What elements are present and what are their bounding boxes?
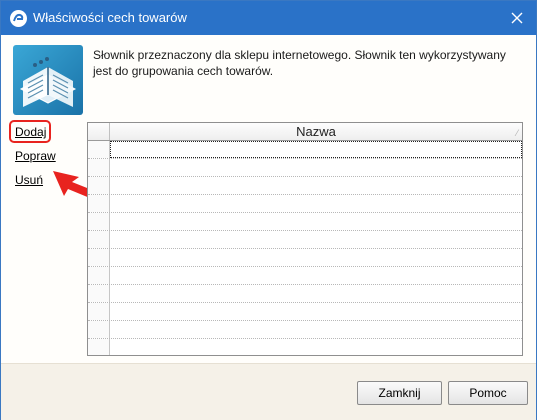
table-cell[interactable] [110, 285, 522, 302]
table-row[interactable] [88, 285, 522, 303]
dialog-window: Właściwości cech towarów Słownik przezna… [0, 0, 537, 420]
table-row[interactable] [88, 249, 522, 267]
row-header [88, 321, 110, 338]
column-header-name[interactable]: Nazwa ⁄ [110, 123, 522, 140]
row-header [88, 195, 110, 212]
table-cell[interactable] [110, 339, 522, 355]
row-header [88, 231, 110, 248]
row-header [88, 177, 110, 194]
table-cell[interactable] [110, 177, 522, 194]
delete-link[interactable]: Usuń [15, 173, 43, 187]
table-cell[interactable] [110, 159, 522, 176]
table-row[interactable] [88, 303, 522, 321]
dialog-content: Słownik przeznaczony dla sklepu internet… [1, 35, 536, 363]
dictionary-description: Słownik przeznaczony dla sklepu internet… [93, 48, 506, 78]
row-header-corner [88, 123, 110, 140]
table-row[interactable] [88, 321, 522, 339]
row-header [88, 141, 110, 158]
features-table[interactable]: Nazwa ⁄ [87, 122, 523, 356]
table-row[interactable] [88, 213, 522, 231]
row-header [88, 285, 110, 302]
help-button[interactable]: Pomoc [448, 381, 528, 405]
table-cell[interactable] [110, 249, 522, 266]
window-title: Właściwości cech towarów [33, 10, 187, 25]
table-cell[interactable] [110, 195, 522, 212]
highlight-box [9, 120, 51, 143]
table-cell[interactable] [110, 141, 522, 158]
row-header [88, 267, 110, 284]
row-header [88, 303, 110, 320]
row-header [88, 339, 110, 355]
close-window-button[interactable] [498, 1, 536, 35]
close-icon [511, 12, 523, 24]
table-header: Nazwa ⁄ [88, 123, 522, 141]
table-row[interactable] [88, 267, 522, 285]
table-cell[interactable] [110, 213, 522, 230]
table-cell[interactable] [110, 267, 522, 284]
table-cell[interactable] [110, 303, 522, 320]
row-header [88, 249, 110, 266]
table-row[interactable] [88, 195, 522, 213]
close-button[interactable]: Zamknij [357, 381, 442, 405]
table-row[interactable] [88, 141, 522, 159]
table-row[interactable] [88, 231, 522, 249]
dialog-footer: Zamknij Pomoc [1, 363, 536, 420]
column-header-label: Nazwa [296, 124, 336, 139]
row-header [88, 213, 110, 230]
table-cell[interactable] [110, 321, 522, 338]
table-row[interactable] [88, 177, 522, 195]
table-row[interactable] [88, 339, 522, 355]
table-row[interactable] [88, 159, 522, 177]
edit-link[interactable]: Popraw [15, 149, 56, 163]
sort-indicator-icon: ⁄ [516, 128, 518, 138]
app-logo-icon [10, 10, 27, 27]
book-icon [13, 45, 83, 115]
table-cell[interactable] [110, 231, 522, 248]
title-bar: Właściwości cech towarów [1, 1, 536, 35]
row-header [88, 159, 110, 176]
